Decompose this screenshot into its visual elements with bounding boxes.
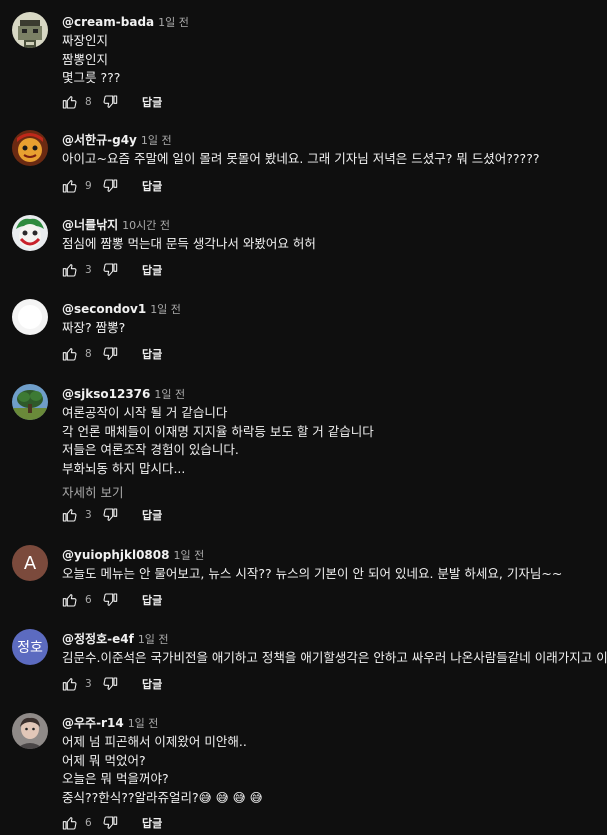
avatar[interactable] — [12, 713, 48, 749]
dislike-icon[interactable] — [102, 507, 118, 523]
comment-line: 오늘도 메뉴는 안 물어보고, 뉴스 시작?? 뉴스의 기본이 안 되어 있네요… — [62, 566, 563, 581]
comment-author[interactable]: @sjkso12376 — [62, 387, 150, 401]
like-icon[interactable] — [62, 815, 78, 831]
avatar[interactable]: 정호 — [12, 629, 48, 665]
like-icon[interactable] — [62, 178, 78, 194]
comment-text: 짜장인지 짬뽕인지 몇그릇 ??? — [62, 32, 607, 88]
like-count: 6 — [85, 594, 92, 606]
reply-button[interactable]: 답글 — [142, 346, 162, 362]
avatar[interactable]: A — [12, 545, 48, 581]
reply-button[interactable]: 답글 — [142, 262, 162, 278]
comment-time[interactable]: 1일 전 — [141, 134, 172, 147]
comment-time[interactable]: 1일 전 — [173, 549, 204, 562]
like-icon[interactable] — [62, 592, 78, 608]
comment-line: 아이고~요즘 주말에 일이 몰려 못몰어 봤네요. 그래 기자님 저녁은 드셨구… — [62, 151, 540, 166]
comment-line: 어제 넘 피곤해서 이제왔어 미안해.. — [62, 734, 247, 749]
comment-time[interactable]: 1일 전 — [150, 303, 181, 316]
comment-text: 오늘도 메뉴는 안 물어보고, 뉴스 시작?? 뉴스의 기본이 안 되어 있네요… — [62, 565, 607, 584]
dislike-icon[interactable] — [102, 178, 118, 194]
comment-actions: 3 답글 — [62, 261, 162, 279]
comment-author[interactable]: @yuiophjkl0808 — [62, 548, 169, 562]
comment-text: 김문수.이준석은 국가비전을 애기하고 정책을 애기할생각은 안하고 싸우러 나… — [62, 649, 607, 668]
reply-button[interactable]: 답글 — [142, 592, 162, 608]
dislike-icon[interactable] — [102, 592, 118, 608]
dislike-icon[interactable] — [102, 94, 118, 110]
blank-avatar-icon — [12, 299, 48, 335]
comment-author[interactable]: @cream-bada — [62, 15, 154, 29]
like-icon[interactable] — [62, 676, 78, 692]
comment-actions: 6 답글 — [62, 814, 162, 832]
comment-line: 짬뽕인지 — [62, 51, 109, 67]
comment-text: 아이고~요즘 주말에 일이 몰려 못몰어 봤네요. 그래 기자님 저녁은 드셨구… — [62, 150, 607, 169]
comment-author[interactable]: @너를낚지 — [62, 218, 118, 232]
comment-time[interactable]: 10시간 전 — [122, 219, 170, 232]
like-count: 3 — [85, 509, 92, 521]
comment-actions: 3 답글 — [62, 506, 162, 524]
reply-button[interactable]: 답글 — [142, 94, 162, 110]
comment-author[interactable]: @secondov1 — [62, 302, 146, 316]
comment-line: 오늘은 뭐 먹을꺼야? — [62, 771, 169, 786]
joker-avatar-icon — [12, 215, 48, 251]
like-count: 6 — [85, 817, 92, 829]
reply-button[interactable]: 답글 — [142, 507, 162, 523]
comment-author[interactable]: @우주-r14 — [62, 716, 124, 730]
tree-avatar-icon — [12, 384, 48, 420]
comment-text: 점심에 짬뽕 먹는대 문득 생각나서 와봤어요 허허 — [62, 235, 607, 254]
dislike-icon[interactable] — [102, 262, 118, 278]
comment-actions: 6 답글 — [62, 591, 162, 609]
comment-actions: 8 답글 — [62, 345, 162, 363]
comment-text: 짜장? 짬뽕? — [62, 319, 607, 338]
comments-list: @cream-bada 1일 전 짜장인지 짬뽕인지 몇그릇 ??? 8 답글 — [0, 0, 607, 835]
comment-time[interactable]: 1일 전 — [158, 16, 189, 29]
like-count: 3 — [85, 264, 92, 276]
dislike-icon[interactable] — [102, 815, 118, 831]
like-icon[interactable] — [62, 94, 78, 110]
comment-actions: 8 답글 — [62, 93, 162, 111]
comment-line: 김문수.이준석은 국가비전을 애기하고 정책을 애기할생각은 안하고 싸우러 나… — [62, 650, 607, 665]
comment-line: 짜장? 짬뽕? — [62, 320, 126, 335]
avatar[interactable] — [12, 215, 48, 251]
avatar[interactable] — [12, 130, 48, 166]
reply-button[interactable]: 답글 — [142, 676, 162, 692]
comment-time[interactable]: 1일 전 — [128, 717, 159, 730]
avatar[interactable] — [12, 299, 48, 335]
comment-text: 어제 넘 피곤해서 이제왔어 미안해.. 어제 뭐 먹었어? 오늘은 뭐 먹을꺼… — [62, 733, 607, 807]
like-icon[interactable] — [62, 346, 78, 362]
like-count: 9 — [85, 180, 92, 192]
comment-author[interactable]: @정정호-e4f — [62, 632, 134, 646]
comment-text: 여론공작이 시작 될 거 같습니다 각 언론 매체들이 이재명 지지율 하락등 … — [62, 404, 607, 478]
comment-line: 여론공작이 시작 될 거 같습니다 — [62, 405, 228, 420]
comment-line: 중식??한식??알라쥬얼리?😅 😅 😅 😅 — [62, 789, 263, 805]
like-icon[interactable] — [62, 262, 78, 278]
reply-button[interactable]: 답글 — [142, 178, 162, 194]
comment-time[interactable]: 1일 전 — [138, 633, 169, 646]
comment-time[interactable]: 1일 전 — [154, 388, 185, 401]
like-icon[interactable] — [62, 507, 78, 523]
dislike-icon[interactable] — [102, 676, 118, 692]
comment-line: 짜장인지 — [62, 33, 109, 48]
comment-line: 저들은 여론조작 경험이 있습니다. — [62, 442, 239, 457]
avatar[interactable] — [12, 384, 48, 420]
cartoon-avatar-icon — [12, 130, 48, 166]
photo-avatar-icon — [12, 713, 48, 749]
like-count: 8 — [85, 96, 92, 108]
avatar[interactable] — [12, 12, 48, 48]
like-count: 3 — [85, 678, 92, 690]
reply-button[interactable]: 답글 — [142, 815, 162, 831]
comment-actions: 9 답글 — [62, 177, 162, 195]
pixel-avatar-icon — [12, 12, 48, 48]
like-count: 8 — [85, 348, 92, 360]
comment-actions: 3 답글 — [62, 675, 162, 693]
comment-line: 각 언론 매체들이 이재명 지지율 하락등 보도 할 거 같습니다 — [62, 423, 374, 439]
dislike-icon[interactable] — [102, 346, 118, 362]
comment-line: 어제 뭐 먹었어? — [62, 752, 146, 768]
comment-line: 점심에 짬뽕 먹는대 문득 생각나서 와봤어요 허허 — [62, 236, 316, 251]
comment-author[interactable]: @서한규-g4y — [62, 133, 137, 147]
comment-line: 부화뇌동 하지 맙시다... — [62, 460, 186, 476]
comment-line: 몇그릇 ??? — [62, 70, 121, 85]
read-more-link[interactable]: 자세히 보기 — [62, 484, 607, 502]
